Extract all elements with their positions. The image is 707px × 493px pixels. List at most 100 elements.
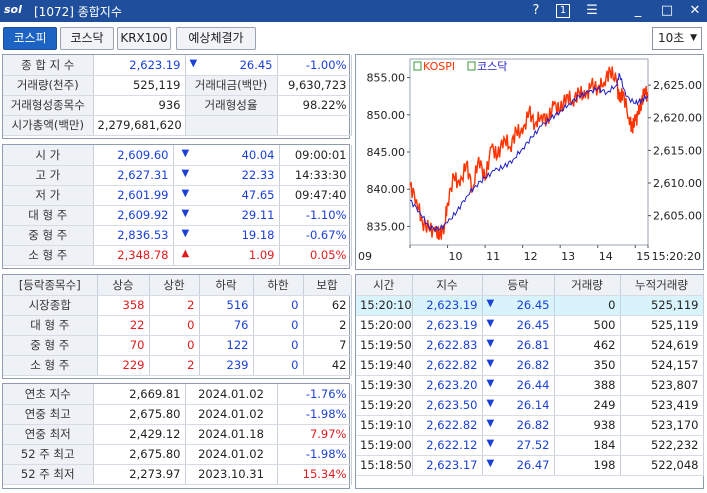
tick-cum-volume: 522,232	[620, 435, 704, 456]
legend-checkbox-icon	[413, 61, 422, 71]
ticks-header[interactable]: 거래량	[554, 275, 621, 296]
tab-krx100[interactable]: KRX100	[117, 27, 171, 50]
breadth-label: 소 형 주	[3, 355, 98, 376]
link-number-icon[interactable]: 1	[556, 4, 570, 18]
price-row: 저 가 2,601.99 ▼ 47.65 09:47:40	[3, 185, 352, 206]
breadth-upper: 2	[149, 295, 200, 316]
tab-expected-price[interactable]: 예상체결가	[176, 27, 256, 50]
price-value: 2,836.53	[93, 225, 174, 246]
intraday-chart[interactable]: 855.00 850.00 845.00 840.00 835.00 2,625.00 2,…	[355, 54, 704, 270]
maximize-icon[interactable]: □	[657, 2, 677, 20]
tick-volume: 350	[554, 355, 621, 376]
legend-kosdaq: 코스닥	[477, 60, 507, 73]
breadth-header[interactable]: 상한	[149, 275, 200, 296]
tick-change: ▼ 26.47	[482, 455, 555, 476]
tab-kosdaq[interactable]: 코스닥	[60, 27, 114, 50]
tick-row[interactable]: 15:19:30 2,623.20 ▼ 26.44 388 523,807	[356, 375, 704, 396]
breadth-lower: 0	[253, 335, 304, 356]
price-change: ▼ 29.11	[173, 205, 280, 226]
close-icon[interactable]: ✕	[685, 2, 705, 20]
price-value: 2,601.99	[93, 185, 174, 206]
yearly-rate: 15.34%	[277, 464, 352, 485]
ticks-header[interactable]: 누적거래량	[620, 275, 704, 296]
yearly-value: 2,273.97	[93, 464, 186, 485]
breadth-flat: 2	[303, 315, 352, 336]
x-axis-label: 13	[561, 250, 575, 263]
period-select[interactable]: 10초 ▼	[652, 27, 702, 50]
price-value: 2,609.60	[93, 145, 174, 166]
tick-time: 15:19:00	[356, 435, 413, 456]
tick-change-value: 26.82	[516, 358, 550, 372]
down-arrow-icon: ▼	[181, 208, 190, 219]
price-change: ▼ 19.18	[173, 225, 280, 246]
tick-row[interactable]: 15:20:10 2,623.19 ▼ 26.45 0 525,119	[356, 295, 704, 316]
chart-svg: 855.00 850.00 845.00 840.00 835.00 2,625.00 2,…	[358, 58, 702, 263]
tab-kospi[interactable]: 코스피	[3, 27, 57, 50]
price-rate: 0.05%	[279, 245, 352, 266]
ticks-header[interactable]: 시간	[356, 275, 413, 296]
prices-panel: 시 가 2,609.60 ▼ 40.04 09:00:01 고 가 2,627.31 ▼ 22.…	[2, 144, 352, 269]
tick-volume: 198	[554, 455, 621, 476]
tick-volume: 184	[554, 435, 621, 456]
ticks-header[interactable]: 지수	[412, 275, 483, 296]
tick-change-value: 26.47	[516, 458, 550, 472]
yearly-date: 2023.10.31	[185, 464, 278, 485]
yearly-label: 연중 최저	[3, 424, 94, 445]
tick-row[interactable]: 15:19:00 2,622.12 ▼ 27.52 184 522,232	[356, 435, 704, 456]
breadth-panel: [등락종목수] 상승 상한 하락 하한 보합 시장종합 358 2 516 0 62 대 형 주 22 0…	[2, 274, 352, 379]
tick-change: ▼ 26.45	[482, 315, 555, 336]
minimize-icon[interactable]: _	[628, 2, 648, 20]
yearly-label: 52 주 최고	[3, 444, 94, 465]
tick-row[interactable]: 15:19:50 2,622.83 ▼ 26.81 462 524,619	[356, 335, 704, 356]
price-change-value: 29.11	[241, 208, 275, 222]
tick-row[interactable]: 15:18:50 2,623.17 ▼ 26.47 198 522,048	[356, 455, 704, 476]
breadth-header[interactable]: 하락	[199, 275, 254, 296]
volume-value: 525,119	[93, 75, 186, 96]
x-axis-label: 15	[636, 250, 650, 263]
breadth-label: 시장종합	[3, 295, 98, 316]
price-change-value: 22.33	[241, 168, 275, 182]
price-label: 대 형 주	[3, 205, 94, 226]
empty-cell	[277, 115, 352, 136]
yearly-row: 연중 최저 2,429.12 2024.01.18 7.97%	[3, 424, 352, 445]
breadth-header[interactable]: 하한	[253, 275, 304, 296]
price-change: ▲ 1.09	[173, 245, 280, 266]
help-icon[interactable]: ?	[526, 2, 546, 20]
menu-icon[interactable]: ☰	[582, 2, 602, 20]
tick-row[interactable]: 15:20:00 2,623.19 ▼ 26.45 500 525,119	[356, 315, 704, 336]
tick-index: 2,623.19	[412, 295, 483, 316]
price-change: ▼ 40.04	[173, 145, 280, 166]
down-arrow-icon: ▼	[181, 168, 190, 179]
tick-volume: 500	[554, 315, 621, 336]
right-axis-label: 2,610.00	[653, 177, 702, 190]
breadth-label: 중 형 주	[3, 335, 98, 356]
breadth-up: 70	[97, 335, 150, 356]
tick-row[interactable]: 15:19:20 2,623.50 ▼ 26.14 249 523,419	[356, 395, 704, 416]
x-axis-label: 12	[524, 250, 538, 263]
breadth-header[interactable]: 상승	[97, 275, 150, 296]
price-time: 09:00:01	[279, 145, 352, 166]
tick-change-value: 26.14	[516, 398, 550, 412]
breadth-down: 239	[199, 355, 254, 376]
price-value: 2,348.78	[93, 245, 174, 266]
chevron-down-icon: ▼	[690, 33, 697, 43]
breadth-header[interactable]: [등락종목수]	[3, 275, 98, 296]
yearly-rate: -1.98%	[277, 444, 352, 465]
breadth-row: 대 형 주 22 0 76 0 2	[3, 315, 352, 336]
breadth-header[interactable]: 보합	[303, 275, 352, 296]
tick-index: 2,622.83	[412, 335, 483, 356]
yearly-row: 연중 최고 2,675.80 2024.01.02 -1.98%	[3, 404, 352, 425]
tick-row[interactable]: 15:19:10 2,622.82 ▼ 26.82 938 523,170	[356, 415, 704, 436]
tick-time: 15:18:50	[356, 455, 413, 476]
formed-rate-value: 98.22%	[277, 95, 352, 116]
tick-volume: 462	[554, 335, 621, 356]
tick-change: ▼ 26.81	[482, 335, 555, 356]
x-axis-label: 10	[449, 250, 463, 263]
tick-row[interactable]: 15:19:40 2,622.82 ▼ 26.82 350 524,157	[356, 355, 704, 376]
down-arrow-icon: ▼	[486, 318, 495, 329]
breadth-label: 대 형 주	[3, 315, 98, 336]
tick-index: 2,622.82	[412, 355, 483, 376]
tick-volume: 0	[554, 295, 621, 316]
ticks-header[interactable]: 등락	[482, 275, 555, 296]
tick-volume: 388	[554, 375, 621, 396]
